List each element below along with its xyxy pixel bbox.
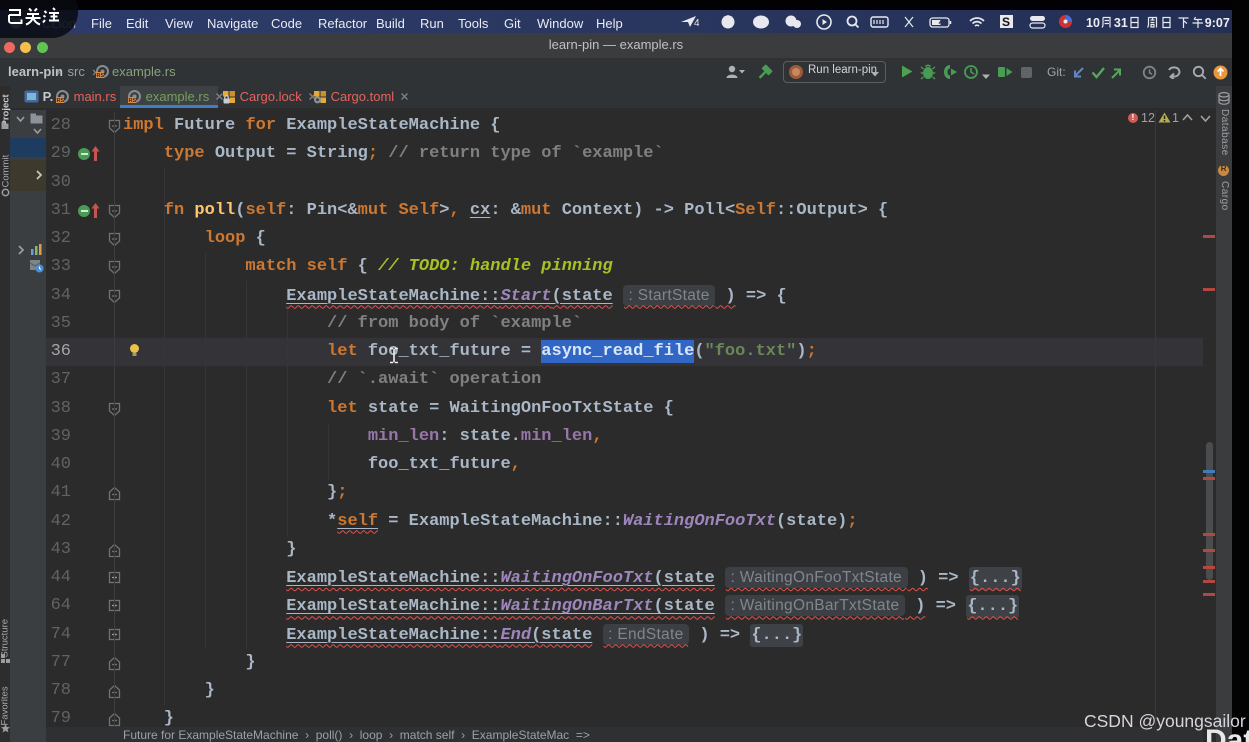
svg-text:S: S: [1002, 15, 1010, 29]
svg-text:RS: RS: [57, 98, 65, 104]
svg-text:4: 4: [694, 18, 699, 29]
svg-text:RS: RS: [129, 98, 137, 104]
svg-text:RS: RS: [97, 73, 105, 79]
